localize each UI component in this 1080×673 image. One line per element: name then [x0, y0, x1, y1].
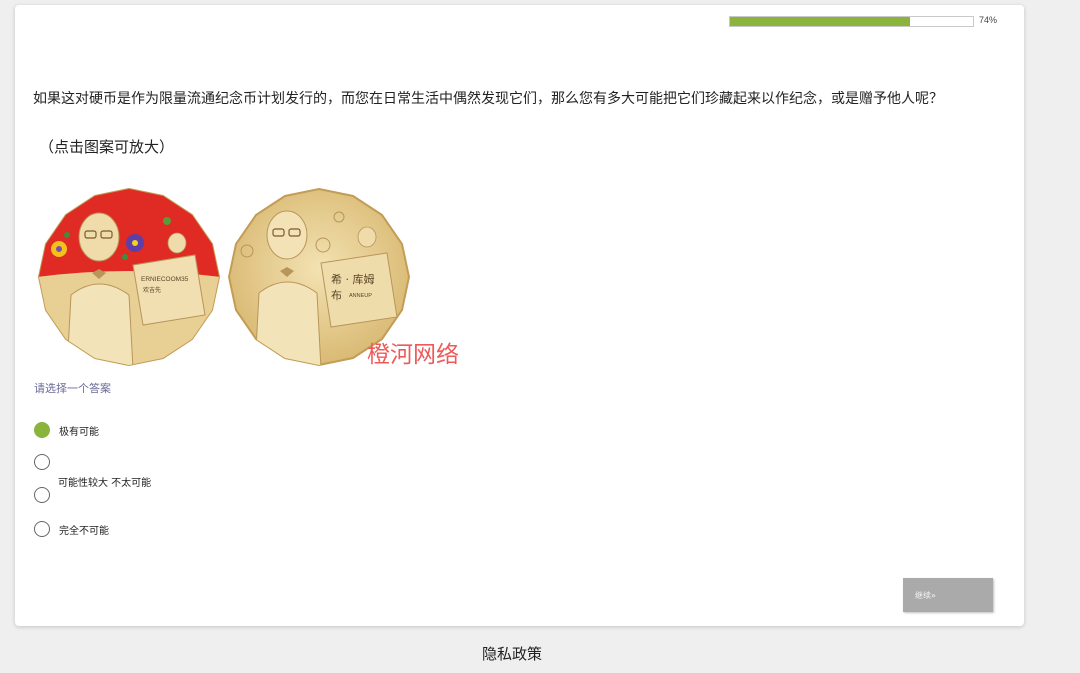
survey-card: 74% 如果这对硬币是作为限量流通纪念币计划发行的，而您在日常生活中偶然发现它们…	[15, 5, 1024, 626]
option-label: 可能性较大 不太可能	[58, 478, 152, 489]
progress-bar	[729, 16, 974, 27]
instruction-text: 请选择一个答案	[34, 382, 111, 395]
progress-percent: 74%	[979, 15, 998, 25]
option-likely-unlikely[interactable]	[34, 487, 50, 503]
option-extremely-likely[interactable]: 极有可能	[34, 422, 99, 438]
coin-right-subtext: ANNEUP	[349, 293, 372, 299]
coin-right-name-line1: 希 · 库姆	[331, 272, 375, 286]
enlarge-hint: （点击图案可放大）	[39, 138, 175, 156]
coin-left-name: ERNIECOOM35	[141, 276, 189, 283]
option-blank[interactable]	[34, 454, 59, 470]
coin-image-colored[interactable]: ERNIECOOM35 欢吉先	[37, 185, 221, 369]
radio-option-1[interactable]	[34, 422, 50, 438]
coin-right-name-line2: 布	[331, 289, 342, 302]
option-label: 完全不可能	[59, 525, 109, 537]
continue-button[interactable]: 继续»	[903, 578, 993, 612]
option-label: 极有可能	[59, 426, 99, 438]
radio-option-2[interactable]	[34, 454, 50, 470]
radio-option-3[interactable]	[34, 487, 50, 503]
option-not-at-all-likely[interactable]: 完全不可能	[34, 521, 109, 537]
watermark-text: 橙河网络	[367, 342, 459, 368]
question-text: 如果这对硬币是作为限量流通纪念币计划发行的，而您在日常生活中偶然发现它们，那么您…	[33, 91, 943, 107]
radio-option-4[interactable]	[34, 521, 50, 537]
progress-fill	[730, 17, 910, 26]
coin-left-subtext: 欢吉先	[143, 286, 161, 294]
privacy-policy-link[interactable]: 隐私政策	[0, 643, 1024, 664]
